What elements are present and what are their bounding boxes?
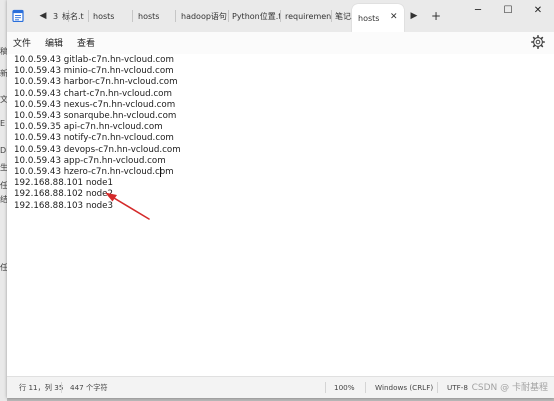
settings-gear-icon[interactable]: [531, 35, 545, 49]
text-line: 10.0.59.43 sonarqube.hn-vcloud.com: [14, 111, 177, 121]
character-count: 447 个字符: [70, 383, 108, 392]
notepad-app-icon: [12, 9, 24, 22]
tab-label: hosts: [358, 13, 380, 23]
scroll-tabs-right-button[interactable]: ▶: [406, 6, 422, 26]
tab-label: 3: [53, 11, 59, 21]
scroll-tabs-left-button[interactable]: ◀: [35, 6, 51, 26]
zoom-level[interactable]: 100%: [334, 383, 355, 392]
tab-unnamed[interactable]: 标名.t: [62, 6, 89, 26]
text-line: 10.0.59.43 hzero-c7n.hn-vcloud.com: [14, 167, 174, 177]
text-line: 10.0.59.43 nexus-c7n.hn-vcloud.com: [14, 99, 176, 110]
tab-hosts-2[interactable]: hosts: [138, 6, 176, 26]
title-bar: ◀ 3 标名.t hosts hosts hadoop语句 Python位置.t…: [7, 0, 554, 32]
text-line: 10.0.59.43 gitlab-c7n.hn-vcloud.com: [14, 55, 174, 65]
text-line: 192.168.88.102 node2: [14, 189, 114, 200]
line-ending[interactable]: Windows (CRLF): [375, 383, 433, 392]
text-line: 10.0.59.43 devops-c7n.hn-vcloud.com: [14, 144, 181, 155]
cursor-position: 行 11，列 35: [19, 383, 64, 392]
encoding[interactable]: UTF-8: [447, 383, 468, 392]
text-line: 10.0.59.43 minio-c7n.hn-vcloud.com: [14, 66, 174, 77]
tab-label: hadoop语句: [181, 11, 227, 21]
notepad-window: ◀ 3 标名.t hosts hosts hadoop语句 Python位置.t…: [7, 0, 554, 398]
close-icon: ✕: [533, 4, 543, 16]
maximize-button[interactable]: ☐: [493, 0, 523, 20]
menu-file[interactable]: 文件: [13, 36, 31, 49]
plus-icon: +: [430, 9, 442, 23]
bg-fragment: D: [0, 146, 7, 155]
tab-label: requirement: [285, 11, 332, 21]
csdn-watermark: CSDN @ 卡耐基程: [471, 383, 548, 393]
tab-python[interactable]: Python位置.t: [232, 6, 281, 26]
close-window-button[interactable]: ✕: [523, 0, 553, 20]
text-line: 10.0.59.43 harbor-c7n.hn-vcloud.com: [14, 77, 178, 88]
tab-hosts-1[interactable]: hosts: [93, 6, 133, 26]
tab-label: hosts: [93, 11, 115, 21]
menu-view[interactable]: 查看: [77, 36, 95, 49]
new-tab-button[interactable]: +: [428, 6, 444, 26]
text-line: 10.0.59.43 chart-c7n.hn-vcloud.com: [14, 88, 172, 99]
tab-requirement[interactable]: requirement: [285, 6, 332, 26]
annotation-arrow-icon: [105, 192, 150, 220]
tab-label: hosts: [138, 11, 160, 21]
chevron-left-icon: ◀: [39, 11, 47, 21]
text-line: 10.0.59.35 api-c7n.hn-vcloud.com: [14, 122, 163, 133]
tab-hosts-active[interactable]: hosts ✕: [352, 4, 404, 32]
minimize-button[interactable]: ─: [463, 0, 493, 20]
tab-hadoop[interactable]: hadoop语句: [181, 6, 229, 26]
background-window-strip: 稿 新 文 E D 生 任 结 任: [0, 0, 8, 401]
close-tab-icon[interactable]: ✕: [390, 12, 398, 22]
text-cursor: [160, 167, 161, 177]
text-line: 10.0.59.43 notify-c7n.hn-vcloud.com: [14, 133, 174, 144]
tab-label: 标名.t: [62, 11, 84, 21]
maximize-icon: ☐: [503, 4, 513, 16]
chevron-right-icon: ▶: [410, 11, 418, 21]
bg-fragment: E: [0, 119, 6, 128]
text-line: 10.0.59.43 app-c7n.hn-vcloud.com: [14, 155, 166, 166]
tab-label: Python位置.t: [232, 11, 281, 21]
minimize-icon: ─: [474, 4, 482, 16]
text-line: 192.168.88.101 node1: [14, 178, 114, 189]
text-editor[interactable]: 10.0.59.43 gitlab-c7n.hn-vcloud.com 10.0…: [7, 54, 554, 376]
menu-edit[interactable]: 编辑: [45, 36, 63, 49]
text-line: 192.168.88.103 node3: [14, 200, 114, 211]
menu-bar: 文件 编辑 查看: [7, 32, 554, 54]
